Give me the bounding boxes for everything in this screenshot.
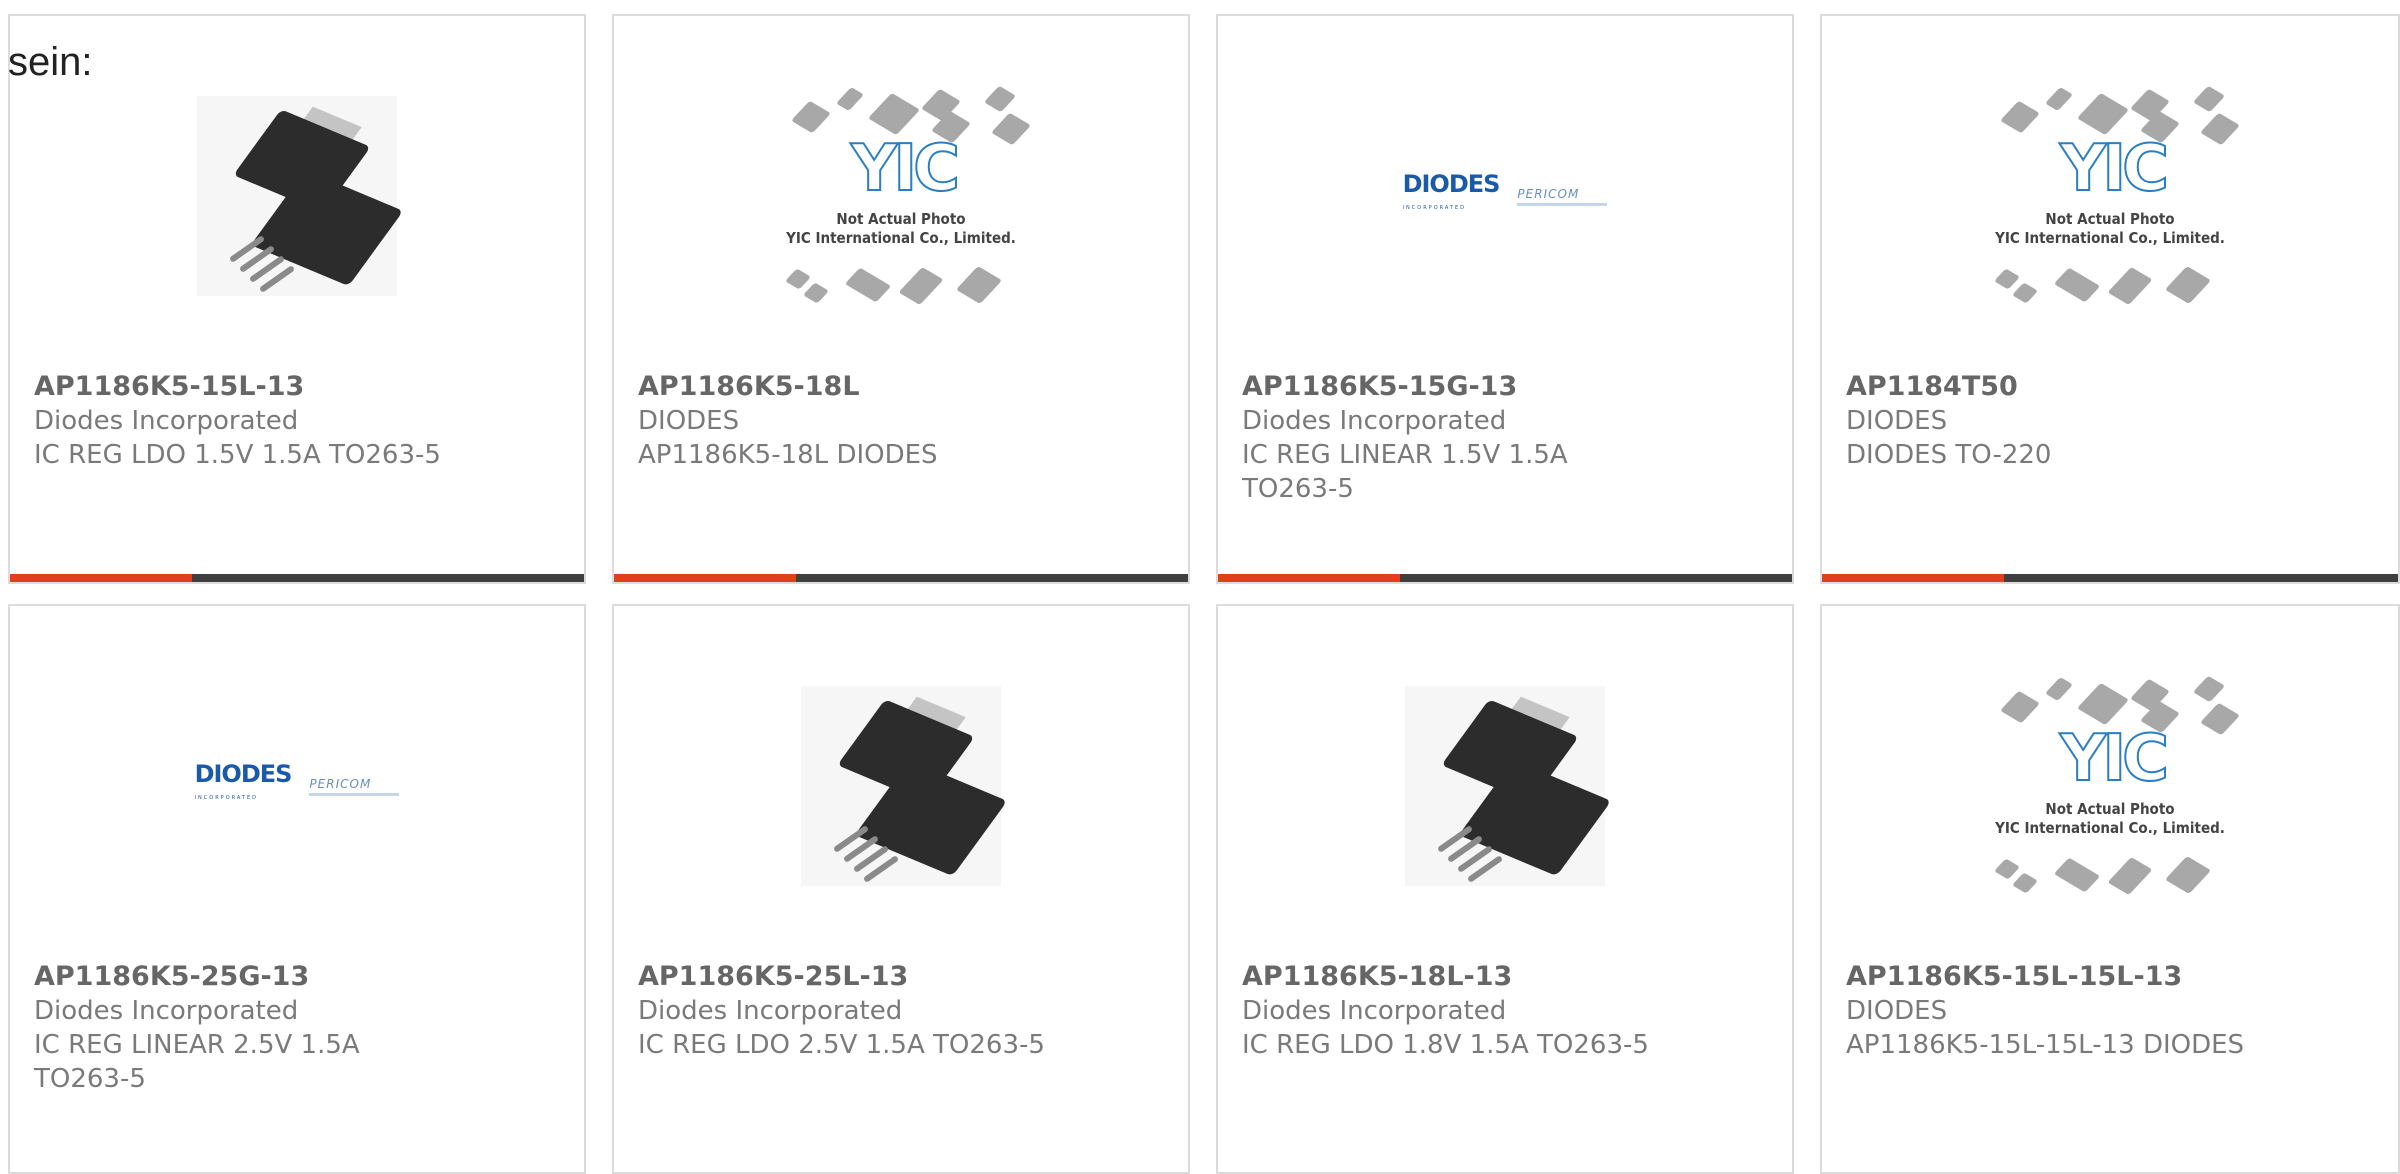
diodes-logo-image: DIODES INCORPORATED PERICOM <box>1403 172 1608 220</box>
card-bar <box>10 574 584 582</box>
yic-logo: YIC <box>850 132 961 206</box>
chip-package-image <box>197 96 404 296</box>
product-card[interactable]: AP1186K5-18L-13 Diodes Incorporated IC R… <box>1216 604 1794 1174</box>
manufacturer: Diodes Incorporated <box>34 406 299 436</box>
product-card[interactable]: AP1186K5-25L-13 Diodes Incorporated IC R… <box>612 604 1190 1174</box>
product-card[interactable]: DIODES INCORPORATED PERICOM AP1186K5-25G-… <box>8 604 586 1174</box>
manufacturer: DIODES <box>1846 406 1948 436</box>
lead-text: sein: <box>8 40 93 84</box>
part-number-link[interactable]: AP1186K5-18L-13 <box>1242 960 1682 994</box>
product-card[interactable]: AP1186K5-15L-13 Diodes Incorporated IC R… <box>8 14 586 584</box>
manufacturer: Diodes Incorporated <box>1242 996 1507 1026</box>
product-grid: AP1186K5-15L-13 Diodes Incorporated IC R… <box>0 0 2400 1174</box>
diodes-brand: DIODES <box>194 760 293 788</box>
yic-placeholder-image: YIC Not Actual Photo YIC International C… <box>1975 666 2245 906</box>
yic-caption-line1: Not Actual Photo <box>2045 800 2175 818</box>
pericom-brand: PERICOM <box>309 776 372 791</box>
yic-caption-line1: Not Actual Photo <box>836 210 966 228</box>
diodes-sub: INCORPORATED <box>1402 205 1466 211</box>
diodes-logo-image: DIODES INCORPORATED PERICOM <box>195 762 400 810</box>
part-number-link[interactable]: AP1186K5-25L-13 <box>638 960 1078 994</box>
description: AP1186K5-15L-15L-13 DIODES <box>1846 1030 2245 1060</box>
diodes-brand: DIODES <box>1402 170 1501 198</box>
product-image[interactable]: YIC Not Actual Photo YIC International C… <box>1822 76 2398 316</box>
product-card[interactable]: DIODES INCORPORATED PERICOM AP1186K5-15G-… <box>1216 14 1794 584</box>
yic-logo: YIC <box>2059 722 2170 796</box>
chip-package-image <box>1405 686 1612 886</box>
description: IC REG LDO 2.5V 1.5A TO263-5 <box>638 1030 1045 1060</box>
product-image[interactable] <box>1218 666 1792 906</box>
part-number-link[interactable]: AP1186K5-25G-13 <box>34 960 474 994</box>
chip-package-image <box>801 686 1008 886</box>
description: IC REG LDO 1.5V 1.5A TO263-5 <box>34 440 441 470</box>
card-bar <box>614 574 1188 582</box>
part-number-link[interactable]: AP1186K5-15G-13 <box>1242 370 1682 404</box>
manufacturer: DIODES <box>1846 996 1948 1026</box>
part-number-link[interactable]: AP1186K5-18L <box>638 370 1078 404</box>
yic-placeholder-image: YIC Not Actual Photo YIC International C… <box>766 76 1036 316</box>
product-image[interactable]: DIODES INCORPORATED PERICOM <box>1218 76 1792 316</box>
description: AP1186K5-18L DIODES <box>638 440 938 470</box>
product-image[interactable]: DIODES INCORPORATED PERICOM <box>10 666 584 906</box>
yic-caption-line2: YIC International Co., Limited. <box>786 229 1016 247</box>
manufacturer: Diodes Incorporated <box>34 996 299 1026</box>
yic-caption-line1: Not Actual Photo <box>2045 210 2175 228</box>
yic-caption-line2: YIC International Co., Limited. <box>1995 819 2225 837</box>
product-card[interactable]: YIC Not Actual Photo YIC International C… <box>1820 604 2400 1174</box>
product-image[interactable] <box>10 76 584 316</box>
product-card[interactable]: YIC Not Actual Photo YIC International C… <box>612 14 1190 584</box>
product-image[interactable] <box>614 666 1188 906</box>
yic-logo: YIC <box>2059 132 2170 206</box>
product-image[interactable]: YIC Not Actual Photo YIC International C… <box>614 76 1188 316</box>
manufacturer: DIODES <box>638 406 740 436</box>
card-bar <box>1822 574 2398 582</box>
description: IC REG LINEAR 1.5V 1.5A TO263-5 <box>1242 440 1568 504</box>
part-number-link[interactable]: AP1186K5-15L-13 <box>34 370 474 404</box>
description: IC REG LINEAR 2.5V 1.5A TO263-5 <box>34 1030 360 1094</box>
description: IC REG LDO 1.8V 1.5A TO263-5 <box>1242 1030 1649 1060</box>
product-image[interactable]: YIC Not Actual Photo YIC International C… <box>1822 666 2398 906</box>
yic-placeholder-image: YIC Not Actual Photo YIC International C… <box>1975 76 2245 316</box>
part-number-link[interactable]: AP1184T50 <box>1846 370 2286 404</box>
description: DIODES TO-220 <box>1846 440 2052 470</box>
yic-caption-line2: YIC International Co., Limited. <box>1995 229 2225 247</box>
manufacturer: Diodes Incorporated <box>638 996 903 1026</box>
product-card[interactable]: YIC Not Actual Photo YIC International C… <box>1820 14 2400 584</box>
diodes-sub: INCORPORATED <box>194 795 258 801</box>
pericom-brand: PERICOM <box>1517 186 1580 201</box>
manufacturer: Diodes Incorporated <box>1242 406 1507 436</box>
part-number-link[interactable]: AP1186K5-15L-15L-13 <box>1846 960 2286 994</box>
card-bar <box>1218 574 1792 582</box>
